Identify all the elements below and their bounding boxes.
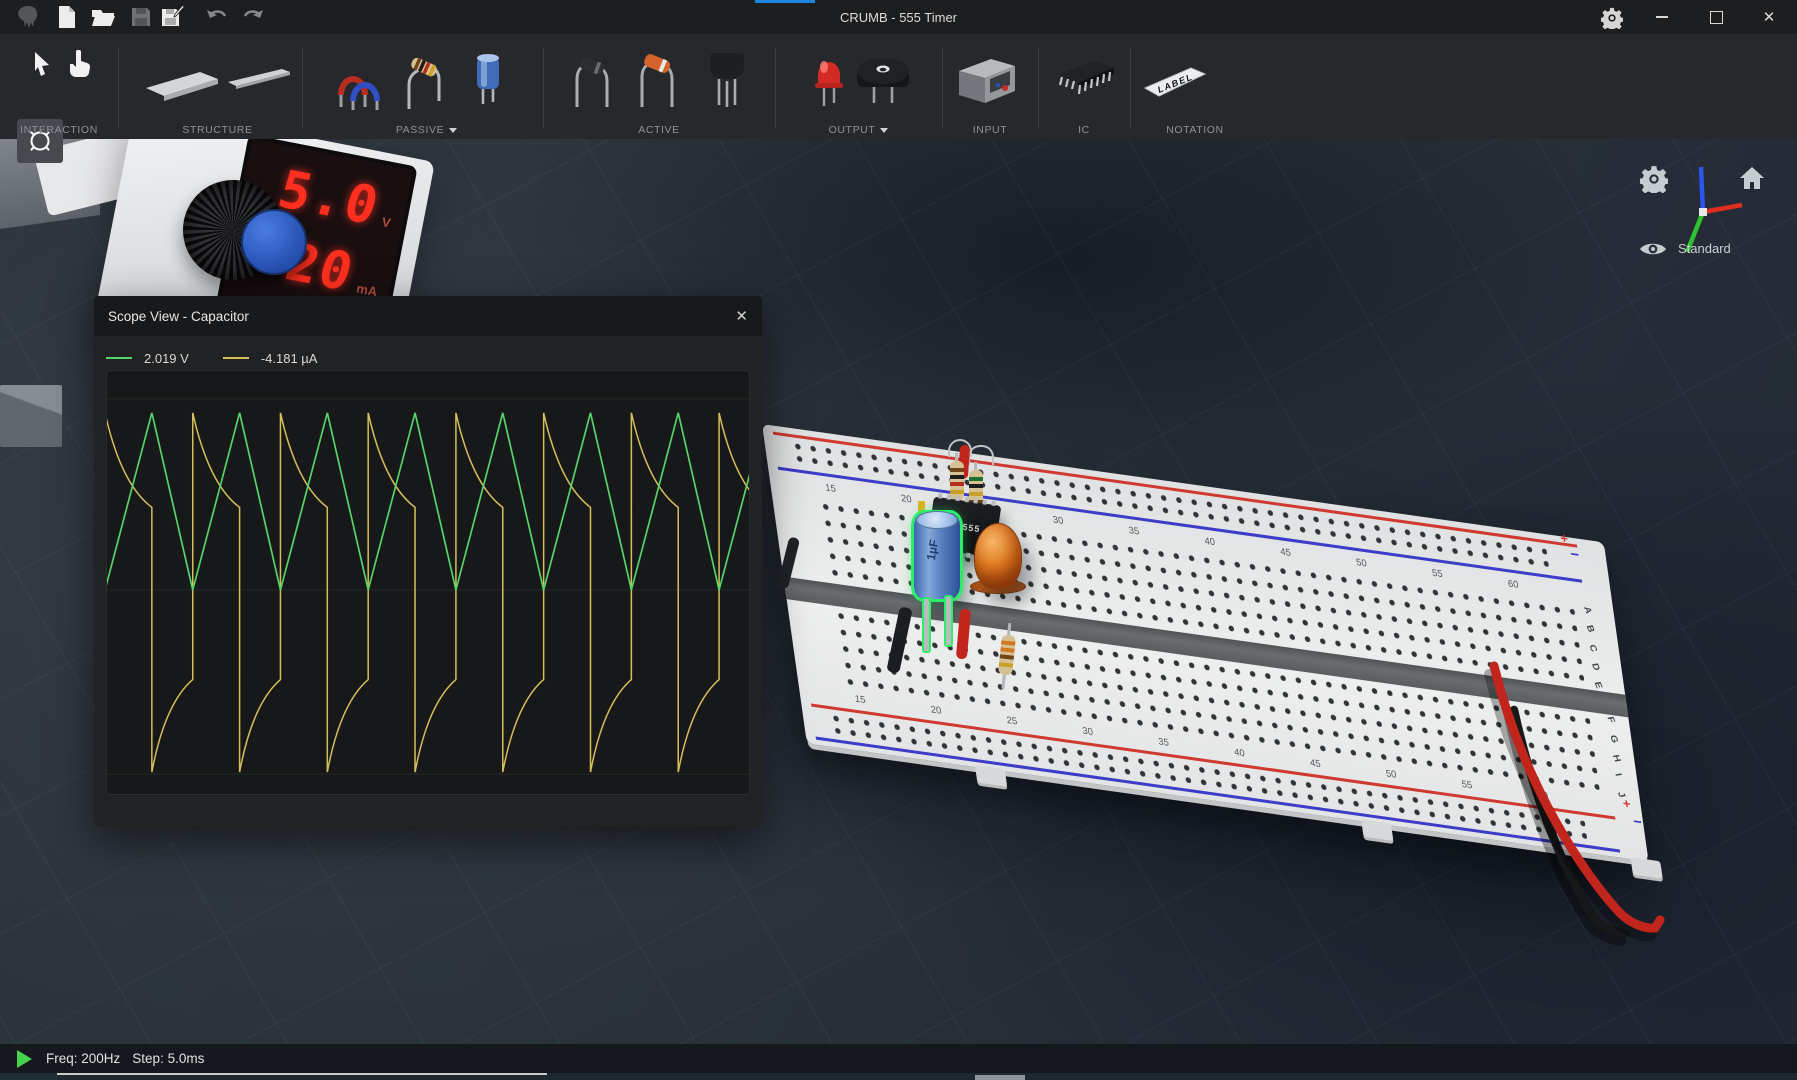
crumb-app-window: CRUMB - 555 Timer ✕ INTERACTION [0, 0, 1797, 1080]
diode-item[interactable] [568, 50, 616, 112]
capacitor-leg [922, 597, 931, 653]
rail-jumper-wires[interactable] [1480, 519, 1720, 959]
section-label-output: OUTPUT [775, 123, 942, 137]
minimize-button[interactable] [1642, 0, 1682, 34]
component-toolbar: INTERACTION STRUCTURE [0, 34, 1797, 139]
app-logo-icon [14, 5, 40, 29]
divider [1038, 48, 1039, 128]
open-file-button[interactable] [90, 5, 116, 29]
section-label-input: INPUT [942, 123, 1038, 137]
led-amber[interactable] [974, 523, 1022, 589]
capacitor-top [916, 511, 958, 529]
column-number: 50 [1385, 768, 1398, 784]
zener-diode-item[interactable] [632, 48, 682, 112]
maximize-button[interactable] [1696, 0, 1736, 34]
column-number: 35 [1158, 736, 1171, 752]
capacitor-selected[interactable]: 1µF [914, 513, 960, 599]
section-label-passive: PASSIVE [310, 123, 543, 137]
buzzer-item[interactable] [852, 52, 914, 110]
capacitor-item[interactable] [470, 48, 506, 112]
window-title: CRUMB - 555 Timer [0, 0, 1797, 34]
column-number: 30 [1082, 725, 1095, 741]
current-legend-swatch [223, 357, 249, 359]
ic-item[interactable] [1048, 52, 1124, 110]
scope-close-icon[interactable]: ✕ [735, 307, 748, 325]
column-number: 45 [1280, 546, 1293, 562]
dropdown-icon[interactable] [880, 128, 888, 133]
divider [775, 48, 776, 128]
bottom-edge-strip [0, 1073, 1797, 1080]
transistor-item[interactable] [706, 48, 748, 112]
scope-plot [106, 370, 750, 795]
undo-button[interactable] [204, 5, 230, 29]
column-number: 40 [1204, 536, 1217, 552]
top-accent-bar [755, 0, 815, 3]
psu-voltage-unit: V [381, 214, 392, 230]
section-label-active: ACTIVE [543, 123, 775, 137]
dropdown-icon[interactable] [449, 128, 457, 133]
resistor-item[interactable] [398, 50, 448, 112]
eye-icon[interactable] [1639, 239, 1667, 264]
new-file-button[interactable] [54, 5, 80, 29]
voltage-legend-swatch [106, 357, 132, 359]
gray-cube[interactable] [0, 385, 62, 447]
save-button[interactable] [128, 5, 154, 29]
title-bar: CRUMB - 555 Timer ✕ [0, 0, 1797, 34]
column-number: 50 [1355, 557, 1368, 573]
section-label-notation: NOTATION [1130, 123, 1260, 137]
scope-waveform [107, 371, 749, 794]
column-number: 25 [1006, 715, 1019, 731]
column-number: 15 [854, 693, 867, 709]
close-button[interactable]: ✕ [1749, 0, 1789, 34]
column-number: 55 [1461, 779, 1474, 795]
label-item[interactable]: LABEL [1140, 62, 1212, 102]
column-number: 30 [1052, 514, 1065, 530]
sim-frequency: Freq: 200Hz [46, 1051, 120, 1066]
view-preset-label[interactable]: Standard [1678, 241, 1731, 256]
voltage-legend-value: 2.019 V [144, 351, 189, 366]
save-as-button[interactable] [160, 5, 186, 29]
scope-window: Scope View - Capacitor ✕ 2.019 V -4.181 … [94, 296, 762, 827]
section-label-interaction: INTERACTION [0, 123, 118, 137]
current-legend-value: -4.181 µA [261, 351, 318, 366]
scope-window-header[interactable]: Scope View - Capacitor ✕ [94, 296, 762, 336]
breadboard-item[interactable] [142, 62, 222, 106]
divider [543, 48, 544, 128]
section-label-ic: IC [1038, 123, 1130, 137]
sim-step: Step: 5.0ms [132, 1051, 204, 1066]
settings-gear-icon[interactable] [1599, 6, 1625, 30]
section-label-structure: STRUCTURE [130, 123, 305, 137]
power-supply-item[interactable] [952, 54, 1022, 108]
cursor-tool[interactable] [28, 48, 58, 80]
scrollbar-thumb[interactable] [975, 1075, 1025, 1080]
strip-item[interactable] [226, 62, 292, 98]
wire-item[interactable] [332, 50, 384, 112]
divider [1130, 48, 1131, 128]
hand-tool[interactable] [62, 48, 96, 80]
strip-corner [0, 1073, 57, 1080]
capacitor-label: 1µF [924, 538, 941, 561]
divider [118, 48, 119, 128]
scope-legend: 2.019 V -4.181 µA [106, 346, 317, 370]
resistor-lead-loop [968, 445, 994, 465]
column-number: 55 [1431, 568, 1444, 584]
column-number: 20 [930, 704, 943, 720]
column-number: 40 [1233, 747, 1246, 763]
led-item[interactable] [810, 50, 848, 112]
column-number: 45 [1309, 757, 1322, 773]
redo-button[interactable] [240, 5, 266, 29]
column-number: 15 [825, 482, 838, 498]
capacitor-leg [944, 595, 953, 647]
column-number: 35 [1128, 525, 1141, 541]
play-icon[interactable] [17, 1050, 32, 1068]
divider [302, 48, 303, 128]
scope-window-title: Scope View - Capacitor [108, 309, 249, 324]
status-bar: Freq: 200Hz Step: 5.0ms [0, 1044, 1797, 1073]
divider [942, 48, 943, 128]
strip-highlight-line [57, 1073, 547, 1075]
psu-blue-knob[interactable] [241, 209, 307, 275]
column-number: 20 [900, 493, 913, 509]
